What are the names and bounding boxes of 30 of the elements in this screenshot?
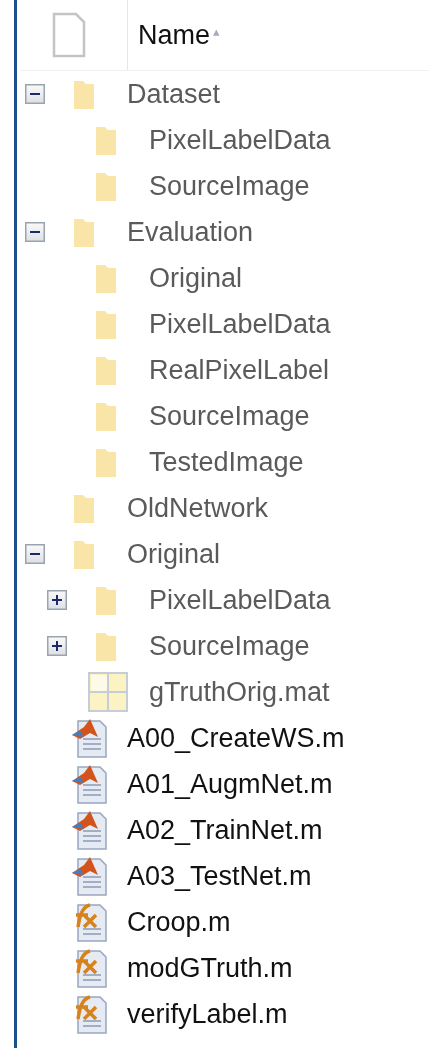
folder-name[interactable]: SourceImage [149,170,310,202]
folder-name[interactable]: Evaluation [127,216,254,248]
name-column-header[interactable]: Name [138,19,211,51]
folder-name[interactable]: OldNetwork [127,492,269,524]
folder-name[interactable]: Dataset [127,78,221,110]
folder-name[interactable]: PixelLabelData [149,584,331,616]
folder-name[interactable]: TestedImage [149,446,304,478]
sort-indicator-icon: ▴ [213,23,221,39]
file-name[interactable]: verifyLabel.m [127,998,288,1030]
collapse-toggle[interactable] [25,544,45,564]
grid-file-icon [88,672,128,712]
file-name[interactable]: Croop.m [127,906,231,938]
folder-name[interactable]: RealPixelLabel [149,354,330,386]
file-name[interactable]: A03_TestNet.m [127,860,312,892]
file-icon [51,12,86,58]
folder-name[interactable]: Original [127,538,221,570]
collapse-toggle[interactable] [25,222,45,242]
expand-toggle[interactable] [47,590,67,610]
folder-name[interactable]: Original [149,262,243,294]
folder-name[interactable]: SourceImage [149,400,310,432]
file-name[interactable]: A01_AugmNet.m [127,768,333,800]
folder-name[interactable]: PixelLabelData [149,124,331,156]
folder-name[interactable]: PixelLabelData [149,308,331,340]
file-name[interactable]: A00_CreateWS.m [127,722,345,754]
collapse-toggle[interactable] [25,84,45,104]
file-name[interactable]: A02_TrainNet.m [127,814,323,846]
expand-toggle[interactable] [47,636,67,656]
file-name[interactable]: gTruthOrig.mat [149,676,330,708]
folder-name[interactable]: SourceImage [149,630,310,662]
file-name[interactable]: modGTruth.m [127,952,293,984]
